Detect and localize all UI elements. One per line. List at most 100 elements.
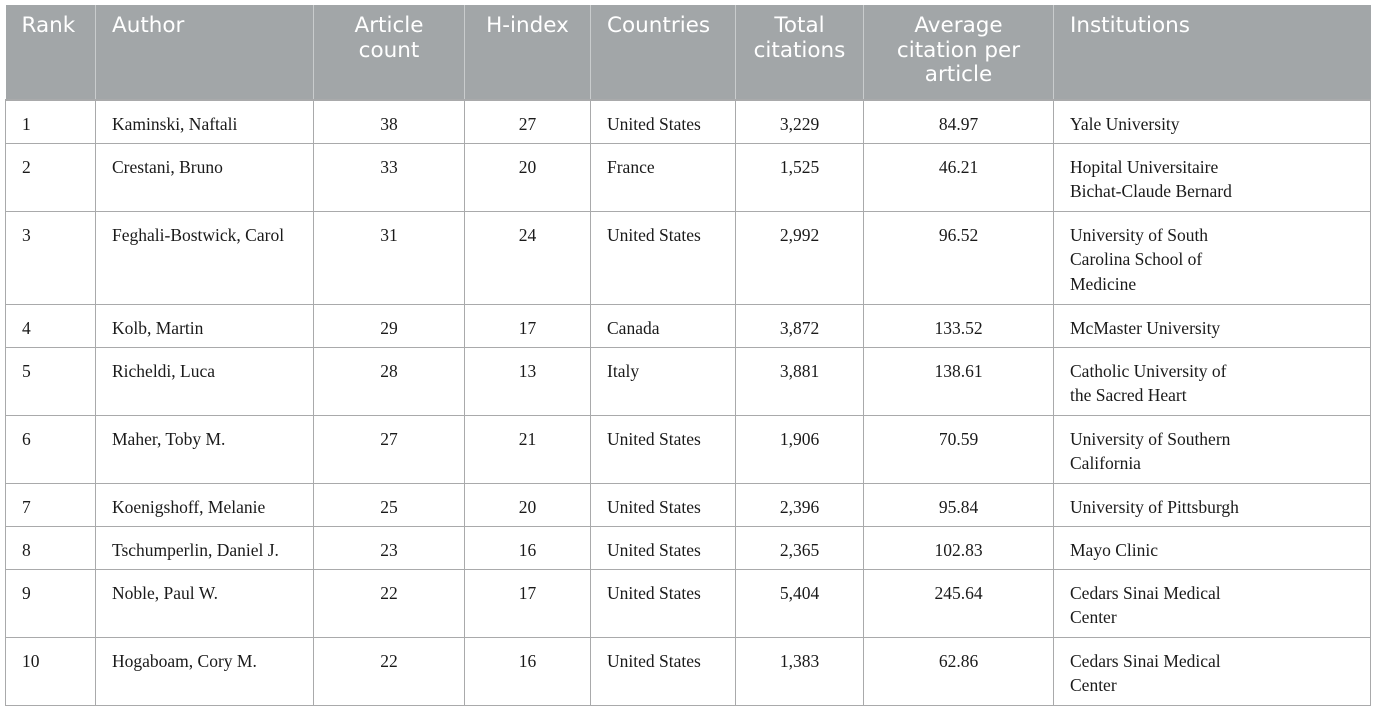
cell-article-count: 31: [313, 210, 465, 305]
cell-author: Feghali-Bostwick, Carol: [95, 210, 314, 305]
table-row: 8 Tschumperlin, Daniel J. 23 16 United S…: [5, 525, 1371, 570]
cell-rank: 5: [5, 346, 96, 416]
cell-average-citation: 138.61: [863, 346, 1054, 416]
institution-line: Carolina School of: [1070, 249, 1203, 269]
table-header: Rank Author Article count H-index Countri…: [5, 5, 1371, 100]
cell-rank: 6: [5, 414, 96, 484]
cell-h-index: 13: [464, 346, 591, 416]
cell-h-index: 21: [464, 414, 591, 484]
cell-country: United States: [590, 210, 736, 305]
cell-average-citation: 95.84: [863, 482, 1054, 527]
cell-article-count: 22: [313, 568, 465, 638]
cell-rank: 10: [5, 636, 96, 706]
cell-author: Kaminski, Naftali: [95, 99, 314, 144]
cell-total-citations: 2,992: [735, 210, 864, 305]
header-total-citations-line-1: Total: [774, 13, 825, 38]
cell-total-citations: 1,383: [735, 636, 864, 706]
header-author: Author: [95, 5, 314, 100]
cell-article-count: 29: [313, 303, 465, 348]
cell-total-citations: 2,365: [735, 525, 864, 570]
cell-country: Canada: [590, 303, 736, 348]
cell-author: Richeldi, Luca: [95, 346, 314, 416]
cell-total-citations: 1,906: [735, 414, 864, 484]
cell-author: Koenigshoff, Melanie: [95, 482, 314, 527]
cell-h-index: 27: [464, 99, 591, 144]
header-institutions-line-1: Institutions: [1070, 13, 1191, 38]
cell-rank: 2: [5, 142, 96, 212]
header-article-count-line-1: Article: [354, 13, 424, 38]
header-author-line-1: Author: [112, 13, 185, 38]
institution-line: Cedars Sinai Medical: [1070, 650, 1221, 671]
cell-author: Hogaboam, Cory M.: [95, 636, 314, 706]
cell-institution: University of Pittsburgh: [1053, 482, 1371, 527]
header-average-citation-line-1: Average: [914, 13, 1003, 38]
header-countries-line-1: Countries: [607, 13, 711, 38]
cell-institution: University of South Carolina School of Med…: [1053, 210, 1371, 305]
cell-country: United States: [590, 414, 736, 484]
table-row: 1 Kaminski, Naftali 38 27 United States …: [5, 99, 1371, 144]
institution-line: University of South: [1070, 224, 1209, 245]
header-rank-line-1: Rank: [21, 13, 76, 38]
cell-article-count: 33: [313, 142, 465, 212]
cell-h-index: 17: [464, 568, 591, 638]
cell-institution: Cedars Sinai Medical Center: [1053, 568, 1371, 638]
header-average-citation-line-2: citation per: [896, 37, 1021, 63]
table-body: 1 Kaminski, Naftali 38 27 United States …: [5, 99, 1371, 706]
institution-line: University of Southern: [1070, 428, 1231, 449]
cell-article-count: 22: [313, 636, 465, 706]
institution-line: Mayo Clinic: [1070, 539, 1158, 560]
cell-country: France: [590, 142, 736, 212]
header-rank: Rank: [5, 5, 96, 100]
cell-rank: 9: [5, 568, 96, 638]
cell-author: Noble, Paul W.: [95, 568, 314, 638]
institution-line: Hopital Universitaire: [1070, 156, 1219, 177]
institution-line: the Sacred Heart: [1070, 385, 1187, 405]
cell-institution: Mayo Clinic: [1053, 525, 1371, 570]
cell-country: United States: [590, 568, 736, 638]
cell-h-index: 16: [464, 636, 591, 706]
table-row: 9 Noble, Paul W. 22 17 United States 5,4…: [5, 568, 1371, 638]
cell-h-index: 20: [464, 142, 591, 212]
cell-average-citation: 245.64: [863, 568, 1054, 638]
cell-h-index: 17: [464, 303, 591, 348]
cell-institution: University of Southern California: [1053, 414, 1371, 484]
cell-total-citations: 1,525: [735, 142, 864, 212]
institution-line: Center: [1070, 607, 1117, 627]
header-countries: Countries: [590, 5, 736, 100]
cell-country: United States: [590, 482, 736, 527]
cell-country: United States: [590, 636, 736, 706]
cell-total-citations: 3,229: [735, 99, 864, 144]
cell-total-citations: 5,404: [735, 568, 864, 638]
cell-total-citations: 2,396: [735, 482, 864, 527]
cell-h-index: 20: [464, 482, 591, 527]
table-row: 3 Feghali-Bostwick, Carol 31 24 United S…: [5, 210, 1371, 305]
cell-rank: 4: [5, 303, 96, 348]
cell-h-index: 24: [464, 210, 591, 305]
table-row: 4 Kolb, Martin 29 17 Canada 3,872 133.52…: [5, 303, 1371, 348]
cell-average-citation: 62.86: [863, 636, 1054, 706]
table-row: 7 Koenigshoff, Melanie 25 20 United Stat…: [5, 482, 1371, 527]
cell-institution: Hopital Universitaire Bichat-Claude Berna…: [1053, 142, 1371, 212]
table-container: Rank Author Article count H-index Countri…: [5, 5, 1371, 706]
institution-line: University of Pittsburgh: [1070, 496, 1239, 517]
table-row: 5 Richeldi, Luca 28 13 Italy 3,881 138.6…: [5, 346, 1371, 416]
cell-rank: 1: [5, 99, 96, 144]
cell-average-citation: 84.97: [863, 99, 1054, 144]
cell-country: Italy: [590, 346, 736, 416]
cell-average-citation: 96.52: [863, 210, 1054, 305]
header-total-citations-line-2: citations: [753, 37, 846, 63]
cell-rank: 3: [5, 210, 96, 305]
cell-country: United States: [590, 99, 736, 144]
cell-average-citation: 70.59: [863, 414, 1054, 484]
cell-average-citation: 46.21: [863, 142, 1054, 212]
cell-rank: 7: [5, 482, 96, 527]
cell-institution: Yale University: [1053, 99, 1371, 144]
header-article-count: Article count: [313, 5, 465, 100]
institution-line: Catholic University of: [1070, 360, 1227, 381]
institution-line: Bichat-Claude Bernard: [1070, 181, 1232, 201]
cell-average-citation: 102.83: [863, 525, 1054, 570]
cell-total-citations: 3,881: [735, 346, 864, 416]
header-institutions: Institutions: [1053, 5, 1371, 100]
header-average-citation: Average citation per article: [863, 5, 1054, 100]
cell-author: Kolb, Martin: [95, 303, 314, 348]
